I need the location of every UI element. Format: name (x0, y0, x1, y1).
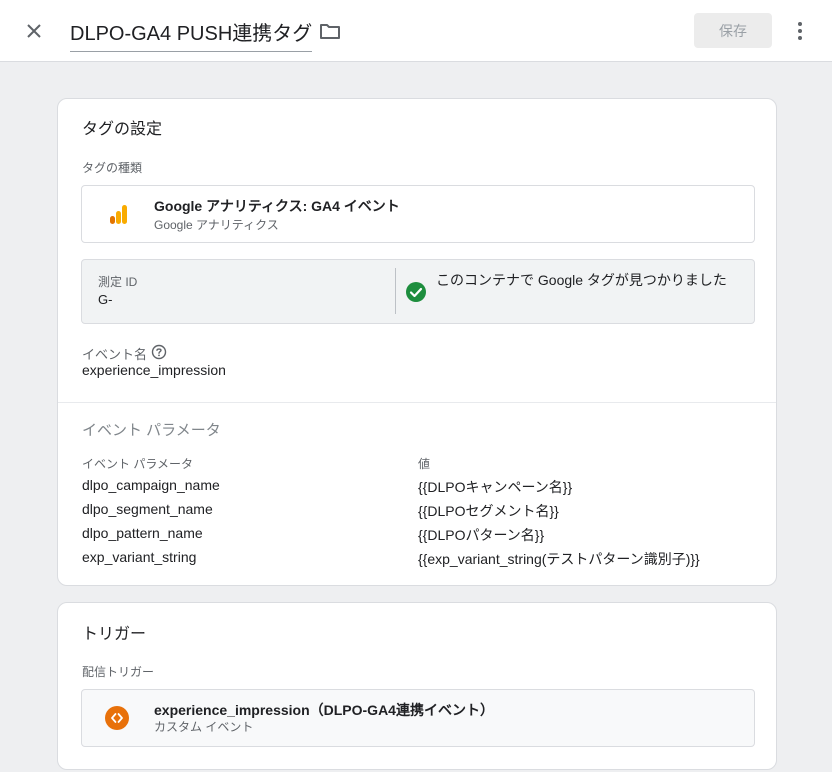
param-name: exp_variant_string (82, 549, 197, 565)
measurement-id-box: 測定 ID G- このコンテナで Google タグが見つかりました (81, 259, 755, 324)
custom-event-icon (105, 706, 129, 730)
tag-configuration-card[interactable]: タグの設定 タグの種類 Google アナリティクス: GA4 イベント Goo… (57, 98, 777, 586)
event-name-value[interactable]: experience_impression (82, 362, 226, 378)
more-vert-icon[interactable] (788, 19, 812, 43)
param-value: {{DLPOパターン名}} (418, 527, 545, 543)
tag-type-subtitle: Google アナリティクス (154, 218, 279, 232)
help-icon[interactable] (151, 344, 167, 360)
triggering-heading: トリガー (82, 626, 147, 643)
check-circle-icon (405, 281, 427, 303)
divider (395, 268, 396, 314)
tag-type-label: タグの種類 (82, 161, 143, 175)
param-value-column-header: 値 (418, 457, 431, 471)
top-bar: DLPO-GA4 PUSH連携タグ 保存 (0, 0, 832, 62)
trigger-type: カスタム イベント (154, 720, 254, 734)
triggering-card[interactable]: トリガー 配信トリガー experience_impression（DLPO-G… (57, 602, 777, 770)
param-name: dlpo_pattern_name (82, 525, 203, 541)
trigger-name: experience_impression（DLPO-GA4連携イベント） (154, 702, 494, 718)
tag-type-name: Google アナリティクス: GA4 イベント (154, 198, 400, 214)
event-parameters-heading: イベント パラメータ (82, 422, 221, 439)
param-name: dlpo_campaign_name (82, 477, 220, 493)
google-tag-found-message: このコンテナで Google タグが見つかりました (436, 272, 727, 288)
event-name-label: イベント名 (82, 347, 148, 362)
param-value: {{DLPOセグメント名}} (418, 503, 559, 519)
measurement-id-value[interactable]: G- (98, 292, 112, 307)
save-button[interactable]: 保存 (694, 13, 772, 48)
tag-name-field[interactable]: DLPO-GA4 PUSH連携タグ (70, 17, 313, 52)
param-name: dlpo_segment_name (82, 501, 213, 517)
firing-triggers-label: 配信トリガー (82, 665, 155, 679)
param-value: {{exp_variant_string(テストパターン識別子)}} (418, 551, 700, 567)
param-value: {{DLPOキャンペーン名}} (418, 479, 573, 495)
close-icon[interactable] (22, 19, 46, 43)
trigger-item[interactable]: experience_impression（DLPO-GA4連携イベント） カス… (81, 689, 755, 747)
tag-config-heading: タグの設定 (82, 121, 163, 138)
measurement-id-label: 測定 ID (98, 275, 138, 289)
tag-type-selector[interactable]: Google アナリティクス: GA4 イベント Google アナリティクス (81, 185, 755, 243)
section-divider (58, 402, 776, 403)
google-analytics-icon (106, 202, 130, 226)
param-name-column-header: イベント パラメータ (82, 457, 193, 471)
folder-icon[interactable] (318, 19, 342, 43)
